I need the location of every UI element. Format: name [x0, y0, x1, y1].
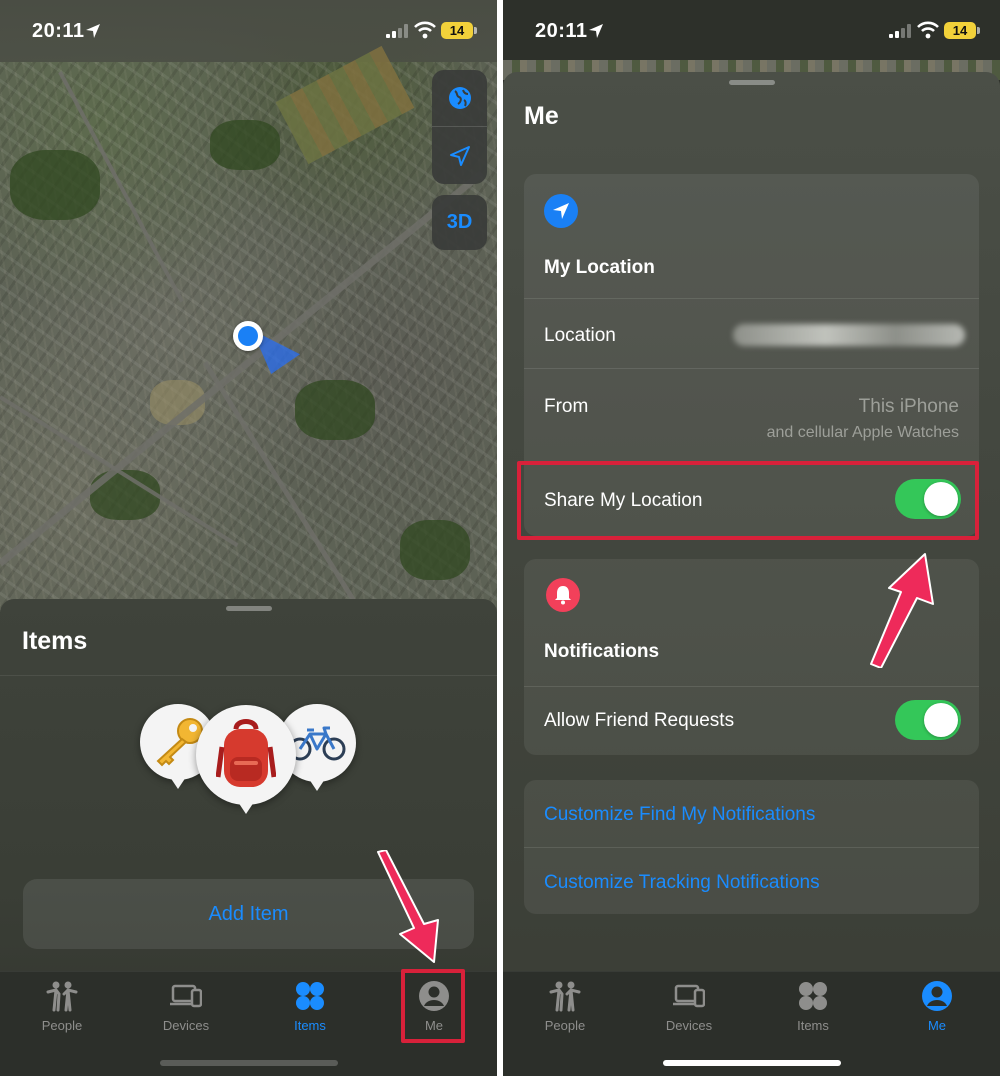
highlight-me-tab — [401, 969, 465, 1043]
allow-friend-requests-toggle[interactable] — [895, 700, 961, 740]
tab-devices[interactable]: Devices — [124, 972, 248, 1042]
cellular-signal-icon — [386, 24, 408, 38]
item-bubble-backpack[interactable] — [196, 705, 296, 814]
location-label: Location — [544, 325, 616, 346]
map-controls — [432, 70, 487, 184]
globe-icon — [448, 87, 471, 109]
tab-items-label: Items — [294, 1018, 326, 1033]
right-phone-screen: 20:11 14 Me My Location Location From Th… — [503, 0, 1000, 1076]
satellite-map[interactable]: 3D — [0, 0, 497, 612]
wifi-icon — [414, 21, 436, 39]
notifications-title: Notifications — [544, 641, 660, 662]
annotation-arrow-down-icon — [377, 850, 439, 963]
tab-devices-label: Devices — [665, 1018, 713, 1033]
sheet-title: Me — [524, 102, 559, 130]
sheet-grabber[interactable] — [729, 80, 775, 85]
notifications-icon-badge — [546, 578, 580, 612]
tab-items-label: Items — [797, 1018, 829, 1033]
home-indicator — [663, 1060, 841, 1066]
tab-items[interactable]: Items — [751, 972, 875, 1042]
wifi-icon — [917, 21, 939, 39]
people-icon — [46, 981, 78, 1012]
battery-indicator: 14 — [944, 22, 980, 39]
tab-items[interactable]: Items — [248, 972, 372, 1042]
status-time: 20:11 — [535, 20, 588, 42]
highlight-share-my-location — [517, 461, 979, 540]
tab-devices[interactable]: Devices — [627, 972, 751, 1042]
annotation-arrow-up-icon — [870, 553, 934, 668]
bicycle-icon — [288, 726, 346, 761]
tab-bar: People Devices Items Me — [503, 971, 1000, 1076]
sheet-title: Items — [22, 627, 88, 655]
park-area — [10, 150, 100, 220]
people-icon — [549, 981, 581, 1012]
location-arrow-icon — [553, 203, 569, 219]
location-arrow-icon — [449, 145, 470, 166]
my-location-title: My Location — [544, 257, 655, 278]
battery-indicator: 14 — [441, 22, 477, 39]
tab-people[interactable]: People — [503, 972, 627, 1042]
sheet-grabber[interactable] — [226, 606, 272, 611]
status-bar: 20:11 14 — [0, 0, 497, 60]
park-area — [400, 520, 470, 580]
person-circle-icon — [922, 981, 952, 1011]
backpack-icon — [216, 719, 276, 787]
items-grid-icon — [799, 982, 827, 1010]
tab-me[interactable]: Me — [875, 972, 999, 1042]
tab-devices-label: Devices — [162, 1018, 210, 1033]
cellular-signal-icon — [889, 24, 911, 38]
devices-icon — [170, 984, 202, 1008]
tab-people-label: People — [544, 1018, 586, 1033]
left-phone-screen: 3D 20:11 14 Items Add Item People Device… — [0, 0, 497, 1076]
map-style-button[interactable] — [432, 70, 487, 127]
park-area — [210, 120, 280, 170]
tab-people-label: People — [41, 1018, 83, 1033]
home-indicator — [160, 1060, 338, 1066]
from-label: From — [544, 396, 589, 417]
customize-links-card: Customize Find My Notifications Customiz… — [524, 780, 979, 914]
location-services-icon — [589, 24, 603, 38]
3d-view-button[interactable]: 3D — [432, 195, 487, 250]
status-time: 20:11 — [32, 20, 85, 42]
location-value-redacted — [733, 324, 965, 346]
park-area — [295, 380, 375, 440]
from-subtitle: and cellular Apple Watches — [766, 424, 959, 441]
allow-friend-requests-label: Allow Friend Requests — [544, 710, 735, 731]
location-services-icon — [86, 24, 100, 38]
bell-icon — [555, 586, 571, 605]
tab-me-label: Me — [927, 1018, 947, 1033]
customize-find-my-notifications-link[interactable]: Customize Find My Notifications — [544, 804, 815, 826]
customize-tracking-notifications-link[interactable]: Customize Tracking Notifications — [544, 872, 820, 894]
tab-people[interactable]: People — [0, 972, 124, 1042]
current-location-dot[interactable] — [233, 321, 263, 351]
items-grid-icon — [296, 982, 324, 1010]
status-bar: 20:11 14 — [503, 0, 1000, 60]
recenter-location-button[interactable] — [432, 127, 487, 184]
my-location-icon-badge — [544, 194, 578, 228]
from-value: This iPhone — [858, 396, 959, 417]
devices-icon — [673, 984, 705, 1008]
